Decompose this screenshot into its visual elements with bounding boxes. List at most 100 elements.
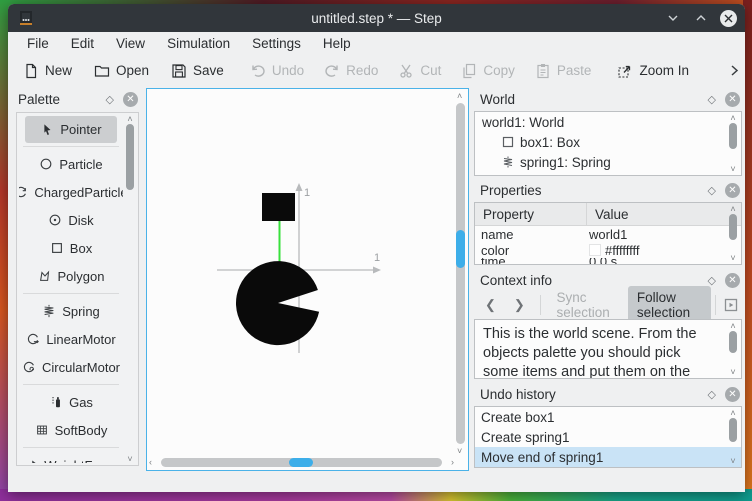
undo-item-create-box1[interactable]: Create box1 [475, 407, 741, 427]
menu-edit[interactable]: Edit [62, 34, 103, 53]
properties-column-headers[interactable]: Property Value [475, 203, 741, 226]
menu-file[interactable]: File [18, 34, 58, 53]
palette-close-icon[interactable]: ✕ [123, 91, 138, 107]
scroll-up-icon[interactable]: ˄ [730, 113, 735, 123]
scrollbar-track[interactable] [456, 103, 465, 444]
world-scrollbar[interactable]: ˄ ˅ [726, 113, 740, 174]
undo-history-header[interactable]: Undo history ◇ ✕ [472, 383, 744, 405]
scroll-right-icon[interactable]: › [451, 457, 454, 467]
scroll-down-icon[interactable]: ˅ [730, 367, 735, 377]
palette-item-box[interactable]: Box [19, 234, 123, 262]
undo-scrollbar[interactable]: ˄ ˅ [726, 408, 740, 466]
properties-close-icon[interactable]: ✕ [725, 182, 740, 198]
scene-svg: 1 1 [217, 183, 381, 353]
undo-button[interactable]: Undo [243, 58, 311, 84]
tree-item-world1[interactable]: world1: World [475, 112, 741, 132]
step-app-icon [17, 9, 35, 27]
titlebar[interactable]: untitled.step * — Step [8, 4, 745, 32]
float-panel-icon[interactable]: ◇ [708, 93, 716, 106]
sync-selection-button[interactable]: Sync selection [549, 287, 624, 323]
value-column-header[interactable]: Value [587, 207, 629, 222]
undo-item-create-spring1[interactable]: Create spring1 [475, 427, 741, 447]
scrollbar-thumb[interactable] [729, 331, 737, 353]
palette-item-chargedparticle[interactable]: ChargedParticle [19, 178, 123, 206]
box1-object[interactable] [262, 193, 295, 221]
menu-simulation[interactable]: Simulation [158, 34, 239, 53]
scrollbar-thumb[interactable] [729, 123, 737, 149]
scroll-down-icon[interactable]: ˅ [127, 454, 132, 464]
forward-chevron-icon[interactable]: ❯ [507, 295, 532, 315]
palette-item-particle[interactable]: Particle [19, 150, 123, 178]
scrollbar-thumb[interactable] [729, 214, 737, 240]
properties-header[interactable]: Properties ◇ ✕ [472, 179, 744, 201]
open-in-browser-icon[interactable] [724, 295, 738, 315]
menu-help[interactable]: Help [314, 34, 360, 53]
scroll-up-icon[interactable]: ˄ [730, 408, 735, 418]
palette-item-linearmotor[interactable]: LinearMotor [19, 325, 123, 353]
tree-item-spring1[interactable]: spring1: Spring [475, 152, 741, 172]
property-row-color[interactable]: color #ffffffff [475, 242, 741, 258]
world-header[interactable]: World ◇ ✕ [472, 88, 744, 110]
palette-item-gas[interactable]: Gas [19, 388, 123, 416]
scroll-left-icon[interactable]: ‹ [149, 457, 152, 467]
cut-button[interactable]: Cut [391, 58, 448, 84]
back-chevron-icon[interactable]: ❮ [478, 295, 503, 315]
property-row-name[interactable]: name world1 [475, 226, 741, 242]
undo-history-panel: Undo history ◇ ✕ Create box1 Create spri… [472, 383, 744, 470]
open-button[interactable]: Open [87, 58, 156, 84]
palette-item-softbody[interactable]: SoftBody [19, 416, 123, 444]
properties-scrollbar[interactable]: ˄ ˅ [726, 204, 740, 263]
float-panel-icon[interactable]: ◇ [106, 93, 114, 106]
palette-item-weightforce[interactable]: WeightForce [19, 451, 123, 463]
toolbar-overflow-chevron[interactable] [722, 59, 747, 82]
menubar: File Edit View Simulation Settings Help [8, 32, 745, 54]
scroll-down-icon[interactable]: ˅ [457, 446, 462, 456]
scrollbar-thumb[interactable] [126, 124, 134, 190]
new-button[interactable]: New [16, 58, 79, 84]
disk-object[interactable] [235, 261, 320, 346]
save-button[interactable]: Save [164, 58, 231, 84]
scrollbar-thumb[interactable] [289, 458, 313, 467]
maximize-button[interactable] [692, 9, 710, 27]
scrollbar-thumb[interactable] [456, 230, 465, 268]
scrollbar-thumb[interactable] [729, 418, 737, 442]
palette-header[interactable]: Palette ◇ ✕ [10, 88, 142, 110]
palette-item-circularmotor[interactable]: CircularMotor [19, 353, 123, 381]
float-panel-icon[interactable]: ◇ [708, 274, 716, 287]
scroll-up-icon[interactable]: ˄ [730, 204, 735, 214]
close-button[interactable] [720, 9, 737, 27]
world-close-icon[interactable]: ✕ [725, 91, 740, 107]
undo-close-icon[interactable]: ✕ [725, 386, 740, 402]
menu-view[interactable]: View [107, 34, 154, 53]
palette-item-disk[interactable]: Disk [19, 206, 123, 234]
tree-item-box1[interactable]: box1: Box [475, 132, 741, 152]
scroll-up-icon[interactable]: ˄ [127, 114, 132, 124]
scroll-down-icon[interactable]: ˅ [730, 253, 735, 263]
undo-item-move-end-of-spring1[interactable]: Move end of spring1 [475, 447, 741, 467]
float-panel-icon[interactable]: ◇ [708, 184, 716, 197]
scroll-up-icon[interactable]: ˄ [730, 321, 735, 331]
copy-button[interactable]: Copy [454, 58, 522, 84]
palette-item-polygon[interactable]: Polygon [19, 262, 123, 290]
minimize-button[interactable] [664, 9, 682, 27]
redo-button[interactable]: Redo [317, 58, 385, 84]
context-close-icon[interactable]: ✕ [725, 272, 740, 288]
color-swatch [589, 244, 601, 256]
canvas-vertical-scrollbar[interactable]: ˄ ˅ [454, 91, 467, 456]
canvas-horizontal-scrollbar[interactable]: ‹ › [149, 456, 454, 469]
zoom-in-button[interactable]: Zoom In [610, 58, 696, 84]
scroll-down-icon[interactable]: ˅ [730, 456, 735, 466]
world-scene-canvas[interactable]: 1 1 ˄ ˅ ‹ › [146, 88, 469, 471]
scroll-up-icon[interactable]: ˄ [457, 91, 462, 101]
property-row-time[interactable]: time 0.0 s [475, 258, 741, 264]
property-column-header[interactable]: Property [475, 203, 587, 225]
float-panel-icon[interactable]: ◇ [708, 388, 716, 401]
paste-button[interactable]: Paste [528, 58, 599, 84]
scroll-down-icon[interactable]: ˅ [730, 164, 735, 174]
palette-item-pointer[interactable]: Pointer [25, 116, 117, 143]
palette-item-spring[interactable]: Spring [19, 297, 123, 325]
context-scrollbar[interactable]: ˄ ˅ [726, 321, 740, 377]
palette-scrollbar[interactable]: ˄ ˅ [123, 114, 137, 464]
menu-settings[interactable]: Settings [243, 34, 310, 53]
charged-particle-icon [19, 185, 28, 199]
